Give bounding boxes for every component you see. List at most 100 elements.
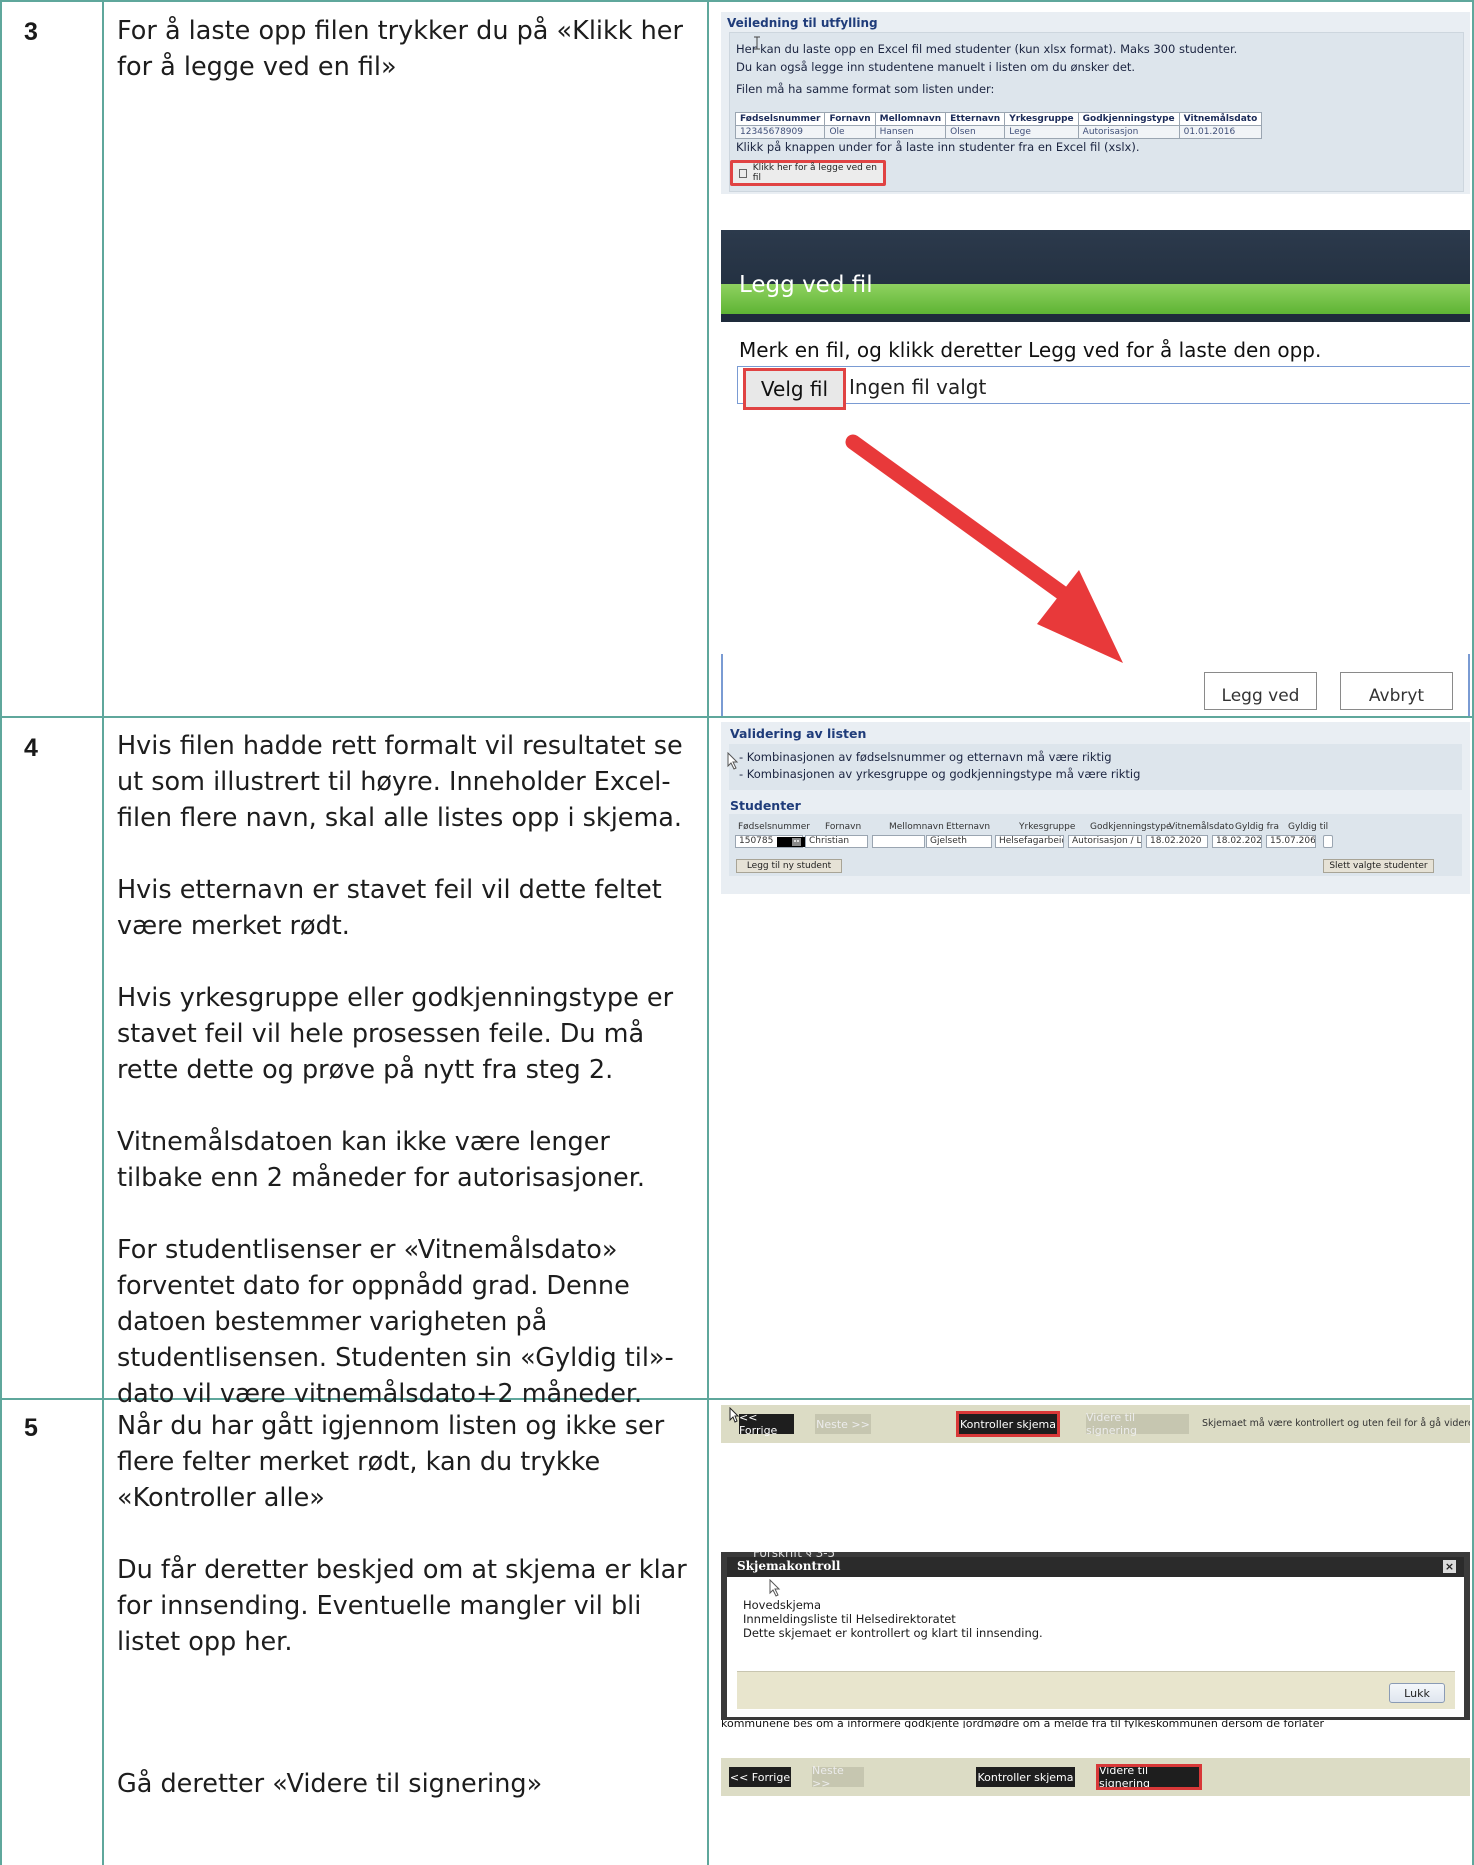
step-5-final-instruction: Gå deretter «Videre til signering» bbox=[117, 1766, 697, 1802]
row-divider-1 bbox=[0, 716, 1474, 718]
students-column-header: Fornavn bbox=[825, 822, 862, 832]
guide-line-2: Du kan også legge inn studentene manuelt… bbox=[736, 60, 1136, 74]
students-column-header: Gyldig til bbox=[1288, 822, 1329, 832]
students-column-header: Godkjenningstype bbox=[1090, 822, 1172, 832]
step-4-paragraph: Hvis yrkesgruppe eller godkjenningstype … bbox=[117, 983, 674, 1085]
format-table: Fødselsnummer Fornavn Mellomnavn Etterna… bbox=[734, 112, 1263, 139]
dialog-title: Skjemakontroll bbox=[737, 1559, 841, 1573]
navigation-bar-after-check: << Forrige Neste >> Kontroller skjema Vi… bbox=[721, 1758, 1470, 1796]
delete-students-button[interactable]: Slett valgte studenter bbox=[1323, 859, 1434, 873]
guide-screenshot: Veiledning til utfylling Her kan du last… bbox=[721, 12, 1470, 194]
format-cell: Autorisasjon bbox=[1077, 125, 1180, 139]
attach-file-icon bbox=[739, 168, 747, 178]
dialog-line: Hovedskjema bbox=[743, 1598, 822, 1612]
valid-from-field[interactable]: 18.02.2020 bbox=[1212, 835, 1262, 848]
upload-file-button[interactable]: Klikk her for å legge ved en fil bbox=[730, 160, 886, 186]
step-number-5: 5 bbox=[24, 1414, 38, 1442]
form-check-dialog: Forskrift § 3-5 Skjemakontroll × Hovedsk… bbox=[721, 1552, 1470, 1728]
students-column-header: Etternavn bbox=[946, 822, 991, 832]
step-number-3: 3 bbox=[24, 18, 38, 46]
format-cell: 12345678909 bbox=[734, 125, 826, 139]
format-cell: Hansen bbox=[874, 125, 947, 139]
column-divider-1 bbox=[102, 0, 104, 1865]
validation-message: - Kombinasjonen av fødselsnummer og ette… bbox=[739, 750, 1112, 764]
step-number-4: 4 bbox=[24, 734, 38, 762]
format-cell: Lege bbox=[1004, 125, 1079, 139]
guide-title: Veiledning til utfylling bbox=[727, 16, 878, 30]
format-table-row: 12345678909 Ole Hansen Olsen Lege Autori… bbox=[734, 125, 1263, 139]
students-title: Studenter bbox=[730, 798, 801, 813]
students-column-header: Fødselsnummer bbox=[738, 822, 810, 832]
upload-file-button-label: Klikk her for å legge ved en fil bbox=[752, 163, 877, 183]
check-form-button[interactable]: Kontroller skjema bbox=[956, 1411, 1060, 1437]
guide-line-1: Her kan du laste opp en Excel fil med st… bbox=[736, 42, 1238, 56]
step-4-description: Hvis filen hadde rett formalt vil result… bbox=[117, 728, 697, 1412]
guide-line-3: Filen må ha samme format som listen unde… bbox=[736, 82, 995, 96]
step-3-description: For å laste opp filen trykker du på «Kli… bbox=[117, 13, 697, 85]
format-header: Godkjenningstype bbox=[1077, 112, 1180, 126]
approval-type-select[interactable]: Autorisasjon / Li ▼ bbox=[1068, 835, 1142, 848]
red-arrow-icon bbox=[845, 434, 1123, 663]
previous-button[interactable]: << Forrige bbox=[729, 1767, 791, 1787]
diploma-date-field[interactable]: 18.02.2020 bbox=[1146, 835, 1208, 848]
middle-name-field[interactable] bbox=[872, 835, 925, 848]
first-name-field[interactable]: Christian bbox=[805, 835, 868, 848]
validation-screenshot: Validering av listen - Kombinasjonen av … bbox=[721, 722, 1470, 894]
format-cell: 01.01.2016 bbox=[1178, 125, 1263, 139]
step-5-paragraph: Gå deretter «Videre til signering» bbox=[117, 1769, 543, 1799]
continue-to-signing-button[interactable]: Videre til signering bbox=[1086, 1411, 1189, 1437]
close-button[interactable]: Lukk bbox=[1389, 1683, 1445, 1703]
add-student-button[interactable]: Legg til ny student bbox=[736, 859, 842, 873]
step-5-description: Når du har gått igjennom listen og ikke … bbox=[117, 1408, 697, 1660]
students-column-header: Yrkesgruppe bbox=[1019, 822, 1076, 832]
step-4-paragraph: Hvis filen hadde rett formalt vil result… bbox=[117, 731, 683, 833]
check-form-button[interactable]: Kontroller skjema bbox=[976, 1767, 1075, 1787]
continue-to-signing-button[interactable]: Videre til signering bbox=[1096, 1764, 1202, 1790]
format-header: Vitnemålsdato bbox=[1178, 112, 1263, 126]
step-4-paragraph: For studentlisenser er «Vitnemålsdato» f… bbox=[117, 1235, 674, 1409]
valid-to-field[interactable]: 15.07.2065 bbox=[1266, 835, 1316, 848]
dialog-line: Dette skjemaet er kontrollert og klart t… bbox=[743, 1626, 1043, 1640]
navigation-bar-before-check: << Forrige Neste >> Kontroller skjema Vi… bbox=[721, 1405, 1470, 1443]
step-3-paragraph: For å laste opp filen trykker du på «Kli… bbox=[117, 16, 683, 82]
dialog-body: Hovedskjema Innmeldingsliste til Helsedi… bbox=[727, 1577, 1464, 1717]
background-page-text: kommunene bes om å informere godkjente j… bbox=[721, 1720, 1470, 1728]
dialog-header: Skjemakontroll × bbox=[727, 1557, 1464, 1577]
form-check-note: Skjemaet må være kontrollert og uten fei… bbox=[1202, 1418, 1470, 1429]
validation-message: - Kombinasjonen av yrkesgruppe og godkje… bbox=[739, 767, 1141, 781]
attach-file-dialog: Legg ved fil Merk en fil, og klikk deret… bbox=[721, 230, 1470, 716]
table-left-border bbox=[0, 0, 2, 1865]
text-cursor-icon bbox=[754, 36, 760, 50]
profession-select[interactable]: Helsefagarbeid ▼ bbox=[995, 835, 1064, 848]
cancel-button[interactable]: Avbryt bbox=[1340, 672, 1453, 710]
mouse-cursor-icon bbox=[769, 1579, 781, 1597]
format-header: Fødselsnummer bbox=[734, 112, 826, 126]
students-column-header: Mellomnavn bbox=[889, 822, 944, 832]
format-header: Yrkesgruppe bbox=[1004, 112, 1079, 126]
next-button[interactable]: Neste >> bbox=[812, 1764, 864, 1790]
mouse-cursor-icon bbox=[727, 752, 739, 770]
dialog-footer: Lukk bbox=[737, 1671, 1455, 1709]
guide-line-4: Klikk på knappen under for å laste inn s… bbox=[736, 140, 1140, 154]
step-5-paragraph: Du får deretter beskjed om at skjema er … bbox=[117, 1555, 687, 1657]
format-header: Fornavn bbox=[824, 112, 876, 126]
next-button[interactable]: Neste >> bbox=[815, 1414, 871, 1434]
last-name-field[interactable]: Gjelseth bbox=[926, 835, 992, 848]
select-student-checkbox[interactable] bbox=[1323, 835, 1333, 848]
step-5-paragraph: Når du har gått igjennom listen og ikke … bbox=[117, 1411, 665, 1513]
format-cell: Olsen bbox=[945, 125, 1006, 139]
previous-button[interactable]: << Forrige bbox=[739, 1411, 794, 1437]
step-4-paragraph: Hvis etternavn er stavet feil vil dette … bbox=[117, 875, 662, 941]
format-cell: Ole bbox=[824, 125, 876, 139]
mouse-cursor-icon bbox=[729, 1407, 739, 1423]
close-icon[interactable]: × bbox=[1443, 1560, 1456, 1573]
attach-button[interactable]: Legg ved bbox=[1204, 672, 1317, 710]
students-column-header: Gyldig fra bbox=[1235, 822, 1279, 832]
dialog-line: Innmeldingsliste til Helsedirektoratet bbox=[743, 1612, 956, 1626]
lookup-icon[interactable] bbox=[791, 836, 803, 848]
dialog-footer-left-border bbox=[721, 654, 723, 716]
step-4-paragraph: Vitnemålsdatoen kan ikke være lenger til… bbox=[117, 1127, 645, 1193]
dialog-footer-right-border bbox=[1468, 654, 1470, 716]
format-table-header-row: Fødselsnummer Fornavn Mellomnavn Etterna… bbox=[734, 112, 1263, 126]
format-header: Etternavn bbox=[945, 112, 1006, 126]
